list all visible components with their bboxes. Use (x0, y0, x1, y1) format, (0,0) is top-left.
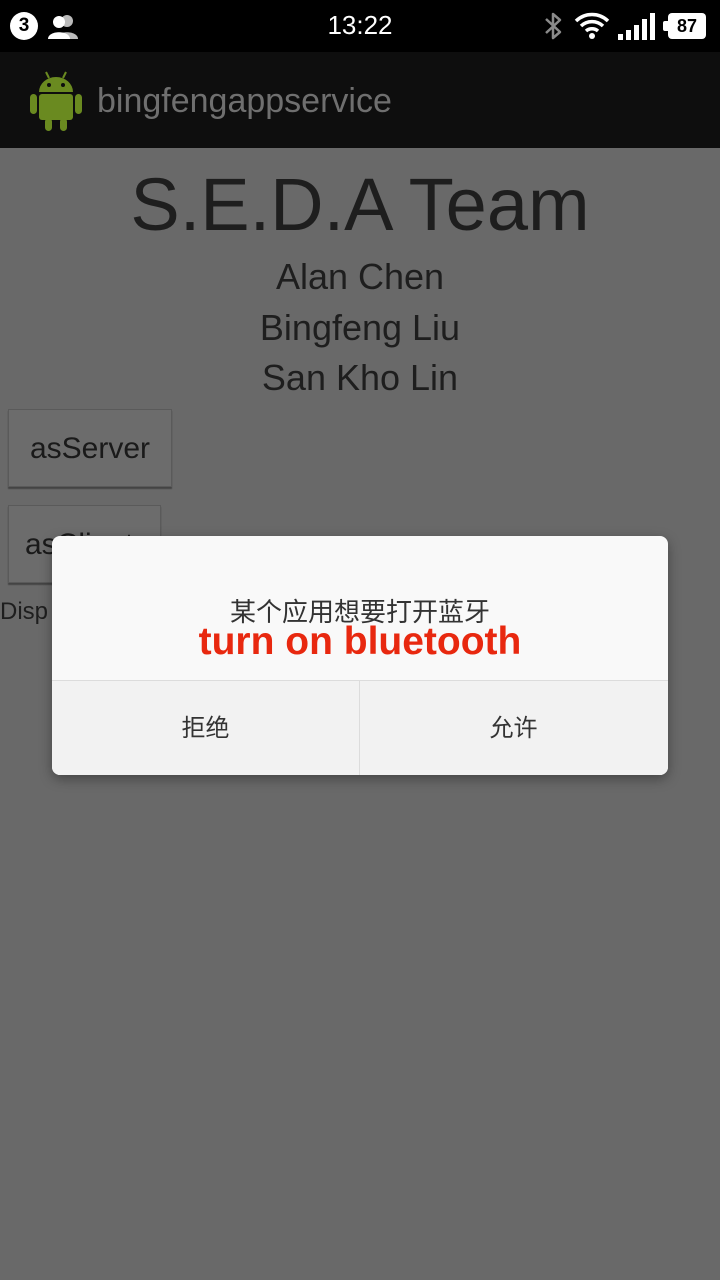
bluetooth-icon (545, 12, 562, 40)
status-bar: 3 13:22 87 (0, 0, 720, 52)
battery-icon: 87 (663, 13, 706, 39)
display-text: Disp (0, 598, 49, 625)
people-icon (48, 15, 78, 39)
app-title: bingfengappservice (97, 82, 392, 120)
member-name: Alan Chen (275, 256, 445, 297)
allow-button[interactable]: 允许 (360, 681, 667, 775)
team-title: S.E.D.A Team (130, 163, 590, 246)
action-bar: bingfengappservice (0, 52, 720, 148)
wifi-icon (574, 12, 610, 39)
member-name: San Kho Lin (261, 357, 459, 398)
as-server-button[interactable]: asServer (8, 409, 172, 487)
signal-icon (618, 13, 655, 40)
member-name: Bingfeng Liu (259, 307, 461, 348)
notification-count-icon: 3 (10, 12, 38, 40)
bluetooth-permission-dialog: 某个应用想要打开蓝牙 turn on bluetooth 拒绝 允许 (52, 536, 668, 775)
deny-button[interactable]: 拒绝 (52, 681, 359, 775)
dialog-button-bar: 拒绝 允许 (52, 680, 668, 775)
status-time: 13:22 (327, 10, 393, 40)
dialog-highlight-text: turn on bluetooth (198, 620, 522, 663)
android-icon (30, 71, 82, 131)
